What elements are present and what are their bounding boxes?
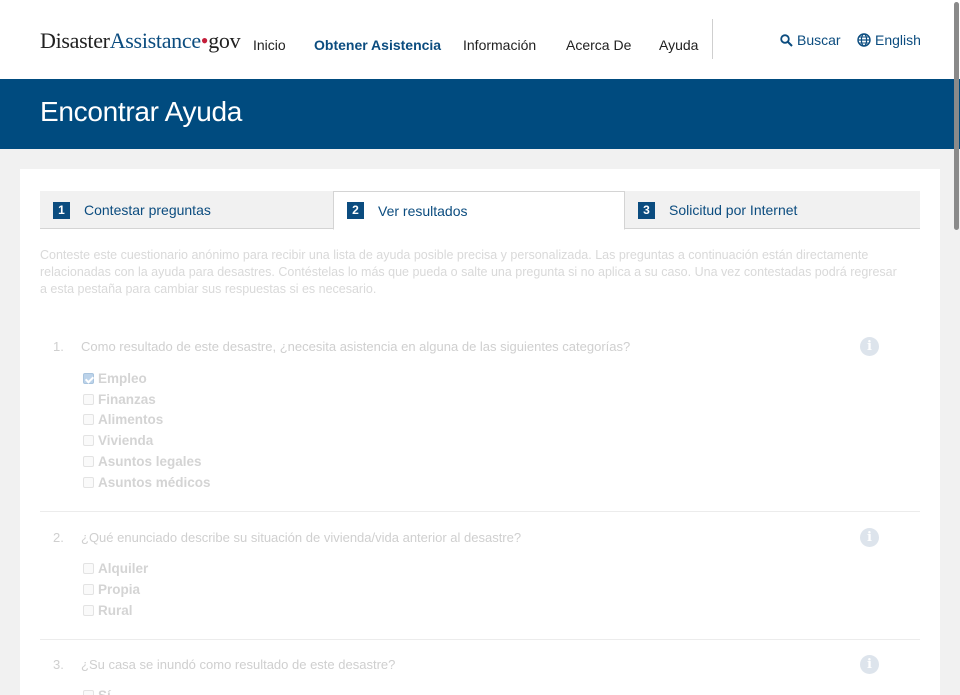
checkbox-label: Asuntos legales [98, 454, 202, 469]
tab-label: Solicitud por Internet [669, 202, 798, 218]
checkbox[interactable] [83, 477, 94, 488]
checkbox-label: Vivienda [98, 433, 154, 448]
checkbox-label: Alquiler [98, 561, 149, 576]
globe-icon [857, 33, 871, 47]
page-banner: Encontrar Ayuda [0, 79, 960, 149]
checkbox-rural[interactable]: Rural [83, 603, 133, 618]
nav-ayuda[interactable]: Ayuda [659, 37, 698, 53]
checkbox-label: Sí [98, 688, 111, 695]
info-icon[interactable]: i [860, 655, 879, 674]
question-text: Como resultado de este desastre, ¿necesi… [81, 339, 631, 354]
search-icon [780, 33, 793, 47]
tab-number: 2 [347, 202, 364, 219]
tab-solicitud-por-internet[interactable]: 3 Solicitud por Internet [625, 191, 920, 229]
info-icon[interactable]: i [860, 528, 879, 547]
info-icon[interactable]: i [860, 337, 879, 356]
checkbox-finanzas[interactable]: Finanzas [83, 392, 156, 407]
page-title: Encontrar Ayuda [40, 96, 243, 127]
language-toggle[interactable]: English [857, 32, 921, 48]
checkbox-empleo[interactable]: Empleo [83, 371, 147, 386]
checkbox-asuntos-legales[interactable]: Asuntos legales [83, 454, 202, 469]
question-divider [40, 511, 920, 512]
checkbox-vivienda[interactable]: Vivienda [83, 433, 153, 448]
site-header: DisasterAssistance•gov Inicio Obtener As… [0, 0, 960, 79]
tab-number: 1 [53, 201, 70, 219]
checkbox[interactable] [83, 435, 94, 446]
tab-ver-resultados[interactable]: 2 Ver resultados [333, 191, 625, 230]
search-link[interactable]: Buscar [780, 32, 841, 48]
checkbox-label: Empleo [98, 371, 147, 386]
main-card: 1 Contestar preguntas 2 Ver resultados 3… [20, 169, 940, 695]
checkbox-label: Propia [98, 582, 141, 597]
checkbox-label: Finanzas [98, 392, 156, 407]
checkbox-si[interactable]: Sí [83, 688, 111, 695]
nav-inicio[interactable]: Inicio [253, 37, 286, 53]
nav-obtener-asistencia[interactable]: Obtener Asistencia [314, 37, 441, 53]
tab-number: 3 [638, 201, 655, 219]
site-logo[interactable]: DisasterAssistance•gov [40, 28, 241, 54]
logo-text-disaster: Disaster [40, 28, 110, 53]
question-text: ¿Qué enunciado describe su situación de … [81, 530, 522, 545]
step-tabs: 1 Contestar preguntas 2 Ver resultados 3… [40, 191, 920, 230]
question-number: 1. [53, 339, 64, 354]
logo-text-gov: gov [208, 28, 241, 53]
checkbox-label: Rural [98, 603, 133, 618]
checkbox[interactable] [83, 456, 94, 467]
nav-acerca-de[interactable]: Acerca De [566, 37, 631, 53]
checkbox[interactable] [83, 690, 94, 695]
page-scrollbar[interactable] [952, 0, 960, 695]
checkbox-asuntos-medicos[interactable]: Asuntos médicos [83, 475, 211, 490]
checkbox-alquiler[interactable]: Alquiler [83, 561, 148, 576]
tab-label: Ver resultados [378, 202, 468, 219]
checkbox[interactable] [83, 414, 94, 425]
checkbox[interactable] [83, 605, 94, 616]
scrollbar-thumb[interactable] [954, 2, 959, 230]
question-divider [40, 639, 920, 640]
checkbox[interactable] [83, 373, 94, 384]
nav-divider [712, 19, 713, 59]
question-number: 3. [53, 657, 64, 672]
tab-contestar-preguntas[interactable]: 1 Contestar preguntas [40, 191, 333, 229]
search-label: Buscar [797, 32, 841, 48]
logo-text-assistance: Assistance [109, 28, 201, 53]
checkbox-alimentos[interactable]: Alimentos [83, 412, 163, 427]
intro-text: Conteste este cuestionario anónimo para … [40, 248, 897, 296]
question-text: ¿Su casa se inundó como resultado de est… [81, 657, 396, 672]
question-number: 2. [53, 530, 64, 545]
checkbox[interactable] [83, 563, 94, 574]
checkbox[interactable] [83, 584, 94, 595]
checkbox-propia[interactable]: Propia [83, 582, 140, 597]
checkbox-label: Asuntos médicos [98, 475, 211, 490]
checkbox[interactable] [83, 394, 94, 405]
tab-label: Contestar preguntas [84, 202, 211, 218]
language-label: English [875, 32, 921, 48]
checkbox-label: Alimentos [98, 412, 164, 427]
nav-informacion[interactable]: Información [463, 37, 536, 53]
